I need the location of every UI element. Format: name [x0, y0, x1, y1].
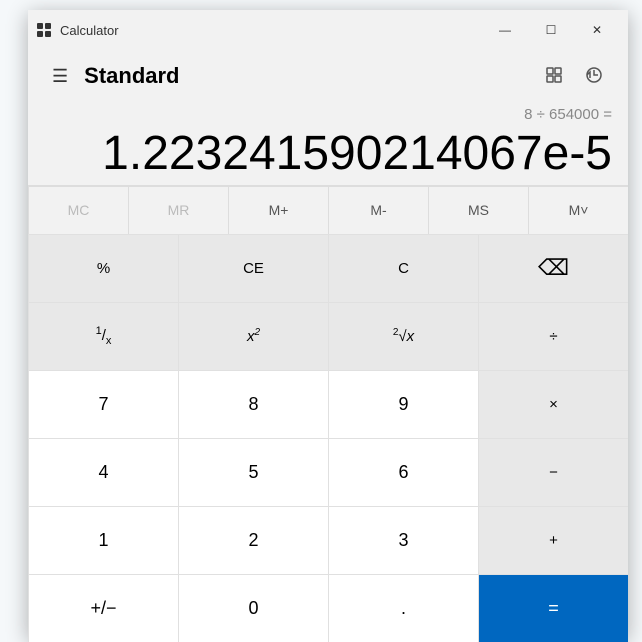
add-button[interactable]: +: [478, 506, 628, 574]
hamburger-button[interactable]: ☰: [44, 58, 76, 95]
calculator-window: Calculator — ☐ ✕ ☰ Standard: [28, 10, 628, 638]
divide-button[interactable]: ÷: [478, 302, 628, 370]
close-button[interactable]: ✕: [574, 10, 620, 50]
nine-button[interactable]: 9: [328, 370, 478, 438]
backspace-button[interactable]: ⌫: [478, 234, 628, 302]
main-display: 1.223241590214067e-5: [44, 128, 612, 181]
five-button[interactable]: 5: [178, 438, 328, 506]
seven-button[interactable]: 7: [28, 370, 178, 438]
minimize-button[interactable]: —: [482, 10, 528, 50]
reciprocal-button[interactable]: 1/x: [28, 302, 178, 370]
ce-button[interactable]: CE: [178, 234, 328, 302]
clear-button[interactable]: C: [328, 234, 478, 302]
app-icon: [36, 22, 52, 38]
six-button[interactable]: 6: [328, 438, 478, 506]
hamburger-icon: ☰: [52, 66, 68, 86]
multiply-button[interactable]: ×: [478, 370, 628, 438]
main-button-grid: % CE C ⌫ 1/x x2 2√x ÷ 7 8 9 × 4 5: [28, 234, 628, 642]
mrecall-button[interactable]: M˅: [528, 186, 628, 234]
history-icon: [584, 73, 604, 88]
calc-header: ☰ Standard: [28, 50, 628, 102]
mminus-button[interactable]: M-: [328, 186, 428, 234]
button-grid: MC MR M+ M- MS M˅ % CE C ⌫ 1/x x2 2√x: [28, 181, 628, 642]
window-title: Calculator: [60, 23, 482, 38]
mode-switch-icon: [544, 73, 564, 88]
square-button[interactable]: x2: [178, 302, 328, 370]
mr-button[interactable]: MR: [128, 186, 228, 234]
mc-button[interactable]: MC: [28, 186, 128, 234]
history-button[interactable]: [536, 57, 572, 96]
equals-button[interactable]: =: [478, 574, 628, 642]
ms-button[interactable]: MS: [428, 186, 528, 234]
title-bar: Calculator — ☐ ✕: [28, 10, 628, 50]
display-area: 8 ÷ 654000 = 1.223241590214067e-5: [28, 102, 628, 181]
reciprocal-label: 1/x: [96, 325, 112, 347]
decimal-button[interactable]: .: [328, 574, 478, 642]
square-label: x2: [247, 327, 260, 345]
window-controls: — ☐ ✕: [482, 10, 620, 50]
expression-display: 8 ÷ 654000 =: [44, 106, 612, 128]
negate-button[interactable]: +/−: [28, 574, 178, 642]
history-btn[interactable]: [576, 57, 612, 96]
one-button[interactable]: 1: [28, 506, 178, 574]
backspace-icon: ⌫: [538, 255, 569, 281]
mplus-button[interactable]: M+: [228, 186, 328, 234]
three-button[interactable]: 3: [328, 506, 478, 574]
zero-button[interactable]: 0: [178, 574, 328, 642]
sqrt-button[interactable]: 2√x: [328, 302, 478, 370]
eight-button[interactable]: 8: [178, 370, 328, 438]
sqrt-label: 2√x: [393, 327, 414, 345]
mode-title: Standard: [84, 63, 536, 89]
maximize-button[interactable]: ☐: [528, 10, 574, 50]
two-button[interactable]: 2: [178, 506, 328, 574]
four-button[interactable]: 4: [28, 438, 178, 506]
percent-button[interactable]: %: [28, 234, 178, 302]
memory-row: MC MR M+ M- MS M˅: [28, 185, 628, 234]
subtract-button[interactable]: −: [478, 438, 628, 506]
